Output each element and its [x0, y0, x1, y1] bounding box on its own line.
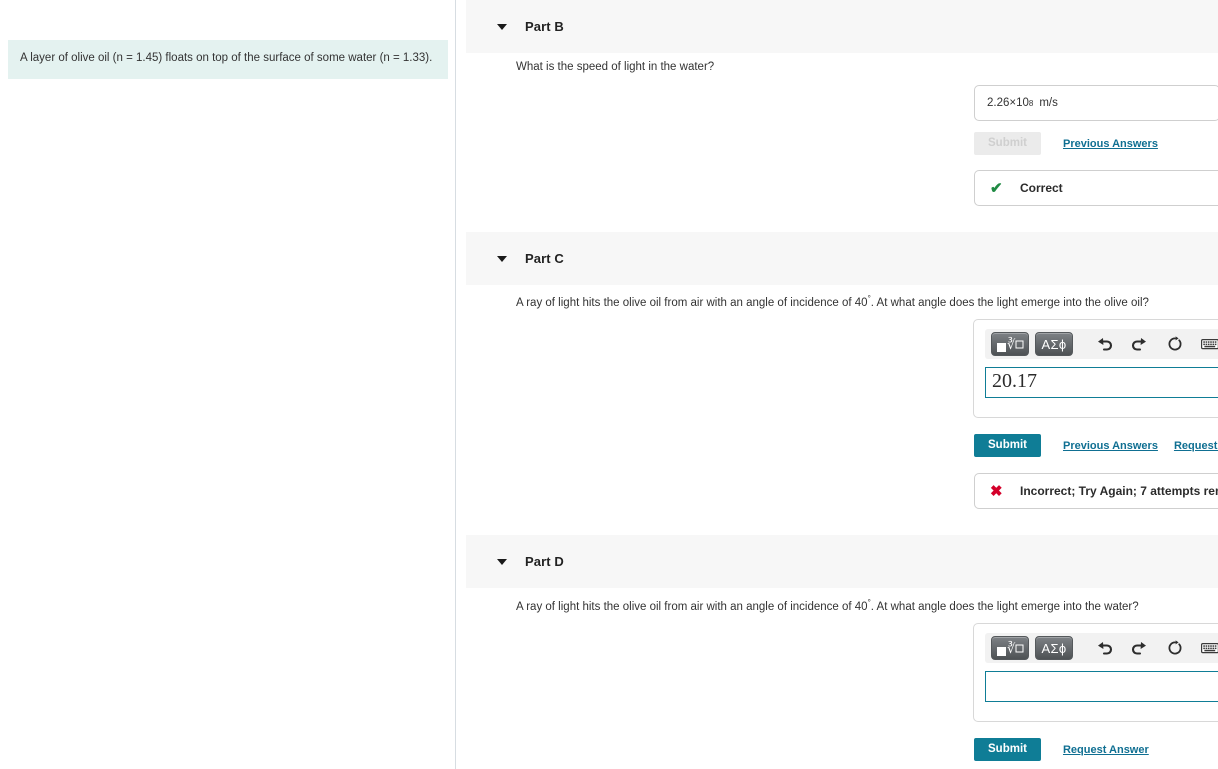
question-text-b: What is the speed of light in the water? — [516, 61, 715, 73]
undo-arrow-icon[interactable] — [1093, 635, 1116, 661]
answer-input-d[interactable] — [985, 671, 1218, 702]
left-panel: A layer of olive oil (n = 1.45) floats o… — [0, 0, 456, 769]
svg-text:∛: ∛ — [1007, 337, 1016, 353]
answer-display-b: 2.26×10 8 m/s — [974, 85, 1218, 121]
reset-circle-icon[interactable] — [1163, 331, 1186, 357]
request-answer-link-c[interactable]: Request Answer — [1174, 440, 1218, 452]
math-answer-widget-c: ∛ ΑΣϕ 20.17 — [973, 319, 1218, 418]
math-answer-widget-d: ∛ ΑΣϕ — [973, 623, 1218, 722]
template-button-d[interactable]: ∛ — [991, 636, 1029, 660]
parts-panel: Part B What is the speed of light in the… — [457, 0, 1218, 769]
feedback-text-c: Incorrect; Try Again; 7 attempts remaini… — [1020, 484, 1218, 498]
previous-answers-link-b[interactable]: Previous Answers — [1063, 138, 1158, 150]
undo-arrow-icon[interactable] — [1093, 331, 1116, 357]
part-title-b: Part B — [525, 19, 564, 34]
answer-exponent-b: 8 — [1028, 98, 1034, 108]
part-header-d[interactable]: Part D — [466, 535, 1218, 588]
greek-symbols-button-d[interactable]: ΑΣϕ — [1035, 636, 1073, 660]
keyboard-icon[interactable] — [1198, 331, 1218, 357]
root-template-icon: ∛ — [996, 640, 1024, 657]
redo-arrow-icon[interactable] — [1128, 331, 1151, 357]
problem-statement-box: A layer of olive oil (n = 1.45) floats o… — [8, 40, 448, 79]
caret-down-icon[interactable] — [497, 254, 507, 264]
action-row-d: Submit Request Answer — [974, 738, 1149, 761]
keyboard-icon[interactable] — [1198, 635, 1218, 661]
assignment-page: A layer of olive oil (n = 1.45) floats o… — [0, 0, 1218, 769]
answer-input-c[interactable] — [985, 367, 1218, 398]
feedback-box-c: ✖ Incorrect; Try Again; 7 attempts remai… — [974, 473, 1218, 509]
action-row-c: Submit Previous Answers Request Answer — [974, 434, 1218, 457]
part-header-b[interactable]: Part B — [466, 0, 1218, 53]
math-toolbar-d: ∛ ΑΣϕ — [985, 633, 1218, 663]
problem-statement-text: A layer of olive oil (n = 1.45) floats o… — [20, 52, 433, 64]
part-header-c[interactable]: Part C — [466, 232, 1218, 285]
check-icon: ✔ — [990, 180, 1003, 197]
part-title-d: Part D — [525, 554, 564, 569]
caret-down-icon[interactable] — [497, 22, 507, 32]
svg-text:∛: ∛ — [1007, 641, 1016, 657]
part-title-c: Part C — [525, 251, 564, 266]
submit-button-b[interactable]: Submit — [974, 132, 1041, 155]
caret-down-icon[interactable] — [497, 557, 507, 567]
feedback-box-b: ✔ Correct — [974, 170, 1218, 206]
root-template-icon: ∛ — [996, 336, 1024, 353]
question-text-d: A ray of light hits the olive oil from a… — [516, 598, 1139, 613]
reset-circle-icon[interactable] — [1163, 635, 1186, 661]
action-row-b: Submit Previous Answers — [974, 132, 1158, 155]
submit-button-c[interactable]: Submit — [974, 434, 1041, 457]
answer-unit-b: m/s — [1039, 97, 1058, 109]
previous-answers-link-c[interactable]: Previous Answers — [1063, 440, 1158, 452]
redo-arrow-icon[interactable] — [1128, 635, 1151, 661]
submit-button-d[interactable]: Submit — [974, 738, 1041, 761]
request-answer-link-d[interactable]: Request Answer — [1063, 744, 1149, 756]
question-text-c: A ray of light hits the olive oil from a… — [516, 294, 1149, 309]
template-button-c[interactable]: ∛ — [991, 332, 1029, 356]
answer-mantissa-b: 2.26×10 — [987, 97, 1029, 109]
math-toolbar-c: ∛ ΑΣϕ — [985, 329, 1218, 359]
greek-symbols-button-c[interactable]: ΑΣϕ — [1035, 332, 1073, 356]
cross-icon: ✖ — [990, 483, 1003, 500]
feedback-text-b: Correct — [1020, 181, 1063, 195]
